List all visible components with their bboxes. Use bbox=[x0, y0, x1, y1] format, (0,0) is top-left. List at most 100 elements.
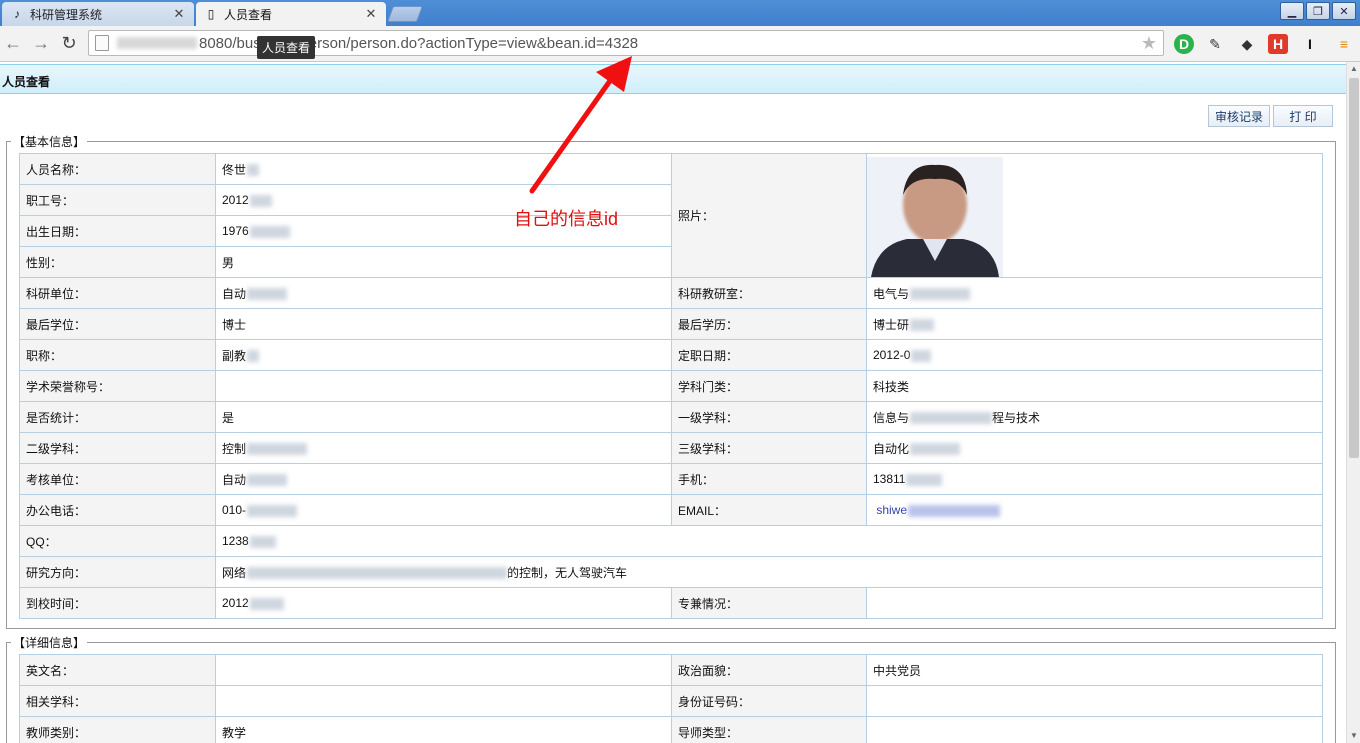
photo-cell bbox=[866, 153, 1323, 278]
tab-label: 人员查看 bbox=[224, 7, 273, 22]
puzzle-icon[interactable]: ✎ bbox=[1205, 34, 1225, 54]
table-row: 是否统计： 是 一级学科： 信息与 程与技术 bbox=[19, 401, 1323, 433]
field-value: 网络 的控制，无人驾驶汽车 bbox=[215, 556, 1323, 588]
reload-icon[interactable]: ↻ bbox=[58, 32, 80, 54]
table-row: 学术荣誉称号： 学科门类： 科技类 bbox=[19, 370, 1323, 402]
page-icon: ▯ bbox=[207, 7, 215, 21]
table-row: 研究方向： 网络 的控制，无人驾驶汽车 bbox=[19, 556, 1323, 588]
new-tab-button[interactable] bbox=[387, 6, 423, 22]
person-silhouette-icon bbox=[867, 156, 1003, 277]
field-value: 信息与 程与技术 bbox=[866, 401, 1323, 433]
field-label: 学科门类： bbox=[671, 370, 867, 402]
field-label: 最后学位： bbox=[19, 308, 216, 340]
field-value: 副教 bbox=[215, 339, 672, 371]
field-label: 手机： bbox=[671, 463, 867, 495]
field-value: 2012 bbox=[215, 587, 672, 619]
field-value bbox=[866, 685, 1323, 717]
field-value bbox=[215, 654, 672, 686]
app-logo-icon: ♪ bbox=[14, 7, 20, 21]
audit-record-button[interactable]: 审核记录 bbox=[1208, 105, 1270, 127]
tab-label: 科研管理系统 bbox=[30, 7, 103, 22]
section-legend: 【基本信息】 bbox=[13, 135, 86, 149]
field-label: 最后学历： bbox=[671, 308, 867, 340]
minimize-icon[interactable]: ▁ bbox=[1280, 2, 1304, 20]
address-bar[interactable]: 8080/bus erson/person.do?actionType=view&… bbox=[88, 30, 1164, 56]
field-label: 到校时间： bbox=[19, 587, 216, 619]
close-icon[interactable]: ✕ bbox=[364, 6, 378, 22]
field-label: 职称： bbox=[19, 339, 216, 371]
field-value: 是 bbox=[215, 401, 672, 433]
photo-label: 照片： bbox=[671, 153, 867, 278]
field-label: 二级学科： bbox=[19, 432, 216, 464]
scroll-down-icon[interactable]: ▼ bbox=[1349, 731, 1359, 741]
field-label: 身份证号码： bbox=[671, 685, 867, 717]
table-row: 职称： 副教 定职日期： 2012-0 bbox=[19, 339, 1323, 371]
table-row: 教师类别： 教学 导师类型： bbox=[19, 716, 1323, 743]
scroll-up-icon[interactable]: ▲ bbox=[1349, 64, 1359, 74]
field-label: 专兼情况： bbox=[671, 587, 867, 619]
field-label: 三级学科： bbox=[671, 432, 867, 464]
field-value: 博士 bbox=[215, 308, 672, 340]
scrollbar-thumb[interactable] bbox=[1349, 78, 1359, 458]
field-label: 导师类型： bbox=[671, 716, 867, 743]
restore-icon[interactable]: ❐ bbox=[1306, 2, 1330, 20]
field-label: 研究方向： bbox=[19, 556, 216, 588]
field-value: 佟世 bbox=[215, 153, 672, 185]
table-row: 科研单位： 自动 科研教研室： 电气与 bbox=[19, 277, 1323, 309]
field-value bbox=[215, 370, 672, 402]
field-label: 科研教研室： bbox=[671, 277, 867, 309]
field-value: 科技类 bbox=[866, 370, 1323, 402]
field-label: 定职日期： bbox=[671, 339, 867, 371]
print-button[interactable]: 打 印 bbox=[1273, 105, 1333, 127]
table-row: 办公电话： 010- EMAIL： shiwe bbox=[19, 494, 1323, 526]
browser-toolbar: ← → ↻ 8080/bus erson/person.do?actionType… bbox=[0, 26, 1360, 62]
field-label: 英文名： bbox=[19, 654, 216, 686]
forward-arrow-icon[interactable]: → bbox=[30, 32, 52, 54]
field-label: 一级学科： bbox=[671, 401, 867, 433]
page-info-icon[interactable] bbox=[95, 35, 109, 51]
page-title: 人员查看 bbox=[0, 64, 1346, 94]
field-value: 中共党员 bbox=[866, 654, 1323, 686]
field-value: 自动 bbox=[215, 277, 672, 309]
evernote-icon[interactable]: ◆ bbox=[1237, 34, 1257, 54]
onenote-icon[interactable]: D bbox=[1174, 34, 1194, 54]
back-arrow-icon[interactable]: ← bbox=[2, 32, 24, 54]
field-label: 政治面貌： bbox=[671, 654, 867, 686]
bookmark-star-icon[interactable]: ★ bbox=[1141, 33, 1157, 54]
window-close-icon[interactable]: ✕ bbox=[1332, 2, 1356, 20]
field-label: 考核单位： bbox=[19, 463, 216, 495]
field-value bbox=[866, 716, 1323, 743]
field-label: EMAIL： bbox=[671, 494, 867, 526]
menu-icon[interactable]: ≡ bbox=[1334, 34, 1354, 54]
field-value: 1238 bbox=[215, 525, 1323, 557]
field-label: 性别： bbox=[19, 246, 216, 278]
table-row: 人员名称： 佟世 照片： bbox=[19, 153, 1323, 278]
ibeam-icon[interactable]: I bbox=[1300, 34, 1320, 54]
field-value: 自动化 bbox=[866, 432, 1323, 464]
field-value: 教学 bbox=[215, 716, 672, 743]
field-value: 2012-0 bbox=[866, 339, 1323, 371]
annotation-label: 自己的信息id bbox=[514, 209, 619, 229]
email-link[interactable]: shiwe bbox=[866, 494, 1323, 526]
tab-person-view[interactable]: ▯ 人员查看 ✕ bbox=[196, 2, 386, 26]
field-label: 是否统计： bbox=[19, 401, 216, 433]
field-label: QQ： bbox=[19, 525, 216, 557]
field-value: 自动 bbox=[215, 463, 672, 495]
close-icon[interactable]: ✕ bbox=[172, 6, 186, 22]
field-label: 出生日期： bbox=[19, 215, 216, 247]
page-scrollbar[interactable]: ▲ ▼ bbox=[1346, 62, 1360, 743]
translate-icon[interactable]: H bbox=[1268, 34, 1288, 54]
table-row: 最后学位： 博士 最后学历： 博士研 bbox=[19, 308, 1323, 340]
field-label: 教师类别： bbox=[19, 716, 216, 743]
field-label: 人员名称： bbox=[19, 153, 216, 185]
table-row: 相关学科： 身份证号码： bbox=[19, 685, 1323, 717]
table-row: QQ： 1238 bbox=[19, 525, 1323, 557]
field-value: 13811 bbox=[866, 463, 1323, 495]
tab-research-system[interactable]: ♪ 科研管理系统 ✕ bbox=[2, 2, 194, 26]
redacted-host bbox=[117, 37, 197, 49]
field-label: 科研单位： bbox=[19, 277, 216, 309]
field-label: 办公电话： bbox=[19, 494, 216, 526]
table-row: 英文名： 政治面貌： 中共党员 bbox=[19, 654, 1323, 686]
window-controls: ▁ ❐ ✕ bbox=[1280, 2, 1356, 20]
field-label: 学术荣誉称号： bbox=[19, 370, 216, 402]
